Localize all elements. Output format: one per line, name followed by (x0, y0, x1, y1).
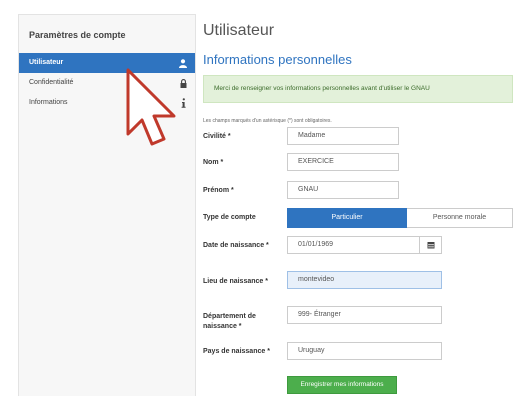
save-button[interactable]: Enregistrer mes informations (287, 376, 397, 394)
calendar-icon (427, 242, 434, 249)
required-fields-note: Les champs marqués d'un astérisque (*) s… (203, 118, 332, 124)
type-compte-label: Type de compte (203, 214, 256, 221)
calendar-button[interactable] (420, 236, 442, 254)
lock-icon (177, 73, 189, 93)
sidebar-item-informations[interactable]: Informations (19, 93, 195, 113)
civilite-label: Civilité * (203, 133, 231, 140)
sidebar-item-label: Confidentialité (29, 79, 74, 86)
civilite-input[interactable]: Madame (287, 127, 399, 145)
prenom-label: Prénom * (203, 187, 234, 194)
departement-label: Département de naissance * (203, 313, 256, 330)
lieu-naissance-label: Lieu de naissance * (203, 278, 268, 285)
page-title: Utilisateur (203, 22, 275, 39)
prenom-input[interactable]: GNAU (287, 181, 399, 199)
type-personne-morale-button[interactable]: Personne morale (407, 208, 513, 228)
info-icon (177, 93, 189, 113)
info-alert: Merci de renseigner vos informations per… (203, 75, 513, 103)
sidebar-item-label: Informations (29, 99, 68, 106)
sidebar-title: Paramètres de compte (29, 30, 126, 40)
nom-label: Nom * (203, 159, 224, 166)
sidebar-item-label: Utilisateur (29, 59, 64, 66)
nom-input[interactable]: EXERCICE (287, 153, 399, 171)
sidebar-item-confidentialite[interactable]: Confidentialité (19, 73, 195, 93)
user-icon (177, 53, 189, 73)
pays-input[interactable]: Uruguay (287, 342, 442, 360)
date-naissance-input[interactable]: 01/01/1969 (287, 236, 420, 254)
date-naissance-label: Date de naissance * (203, 242, 269, 249)
lieu-naissance-input[interactable]: montevideo (287, 271, 442, 289)
type-particulier-button[interactable]: Particulier (287, 208, 407, 228)
type-compte-toggle: Particulier Personne morale (287, 208, 513, 228)
section-title: Informations personnelles (203, 52, 352, 67)
sidebar-item-utilisateur[interactable]: Utilisateur (19, 53, 195, 73)
account-settings-sidebar: Paramètres de compte Utilisateur Confide… (18, 14, 196, 396)
pays-label: Pays de naissance * (203, 348, 270, 355)
departement-input[interactable]: 999- Étranger (287, 306, 442, 324)
